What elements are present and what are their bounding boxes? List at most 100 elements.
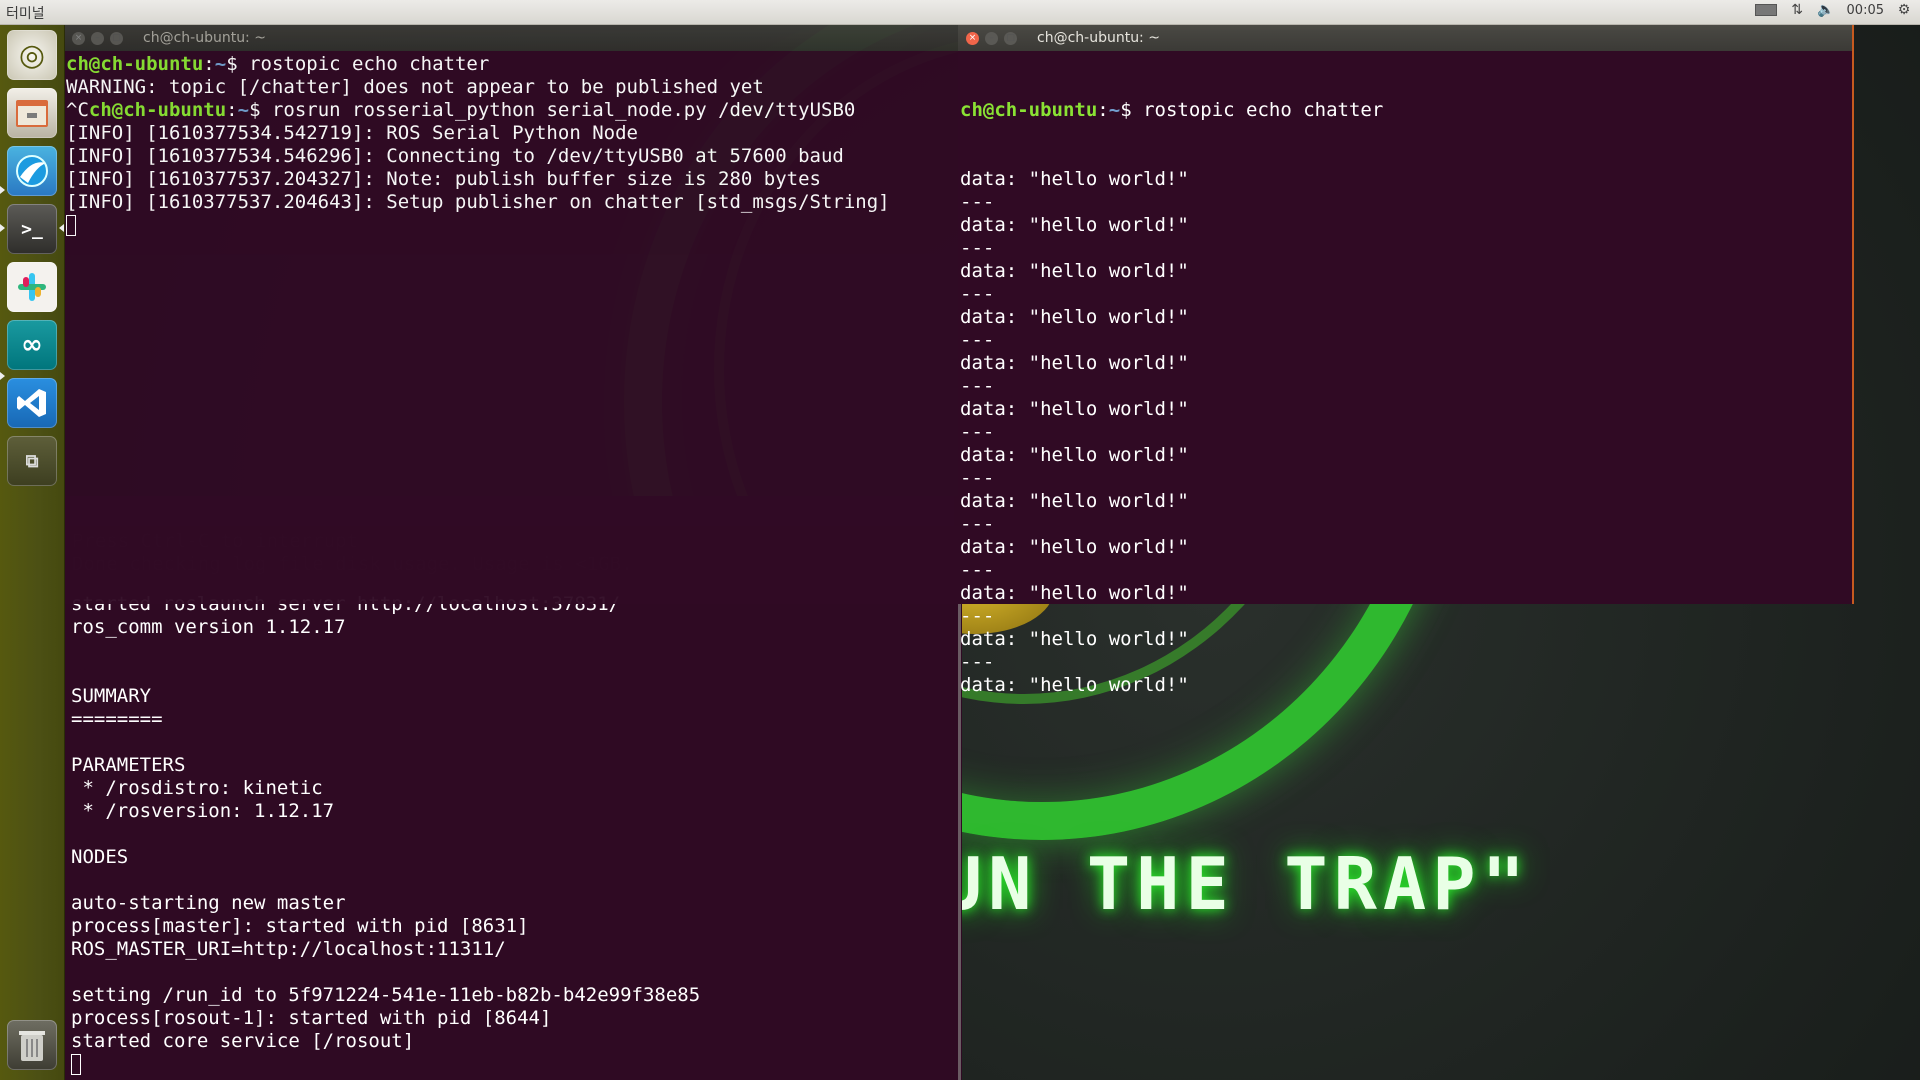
message-separator: ---	[960, 329, 995, 351]
terminal-line: * /rosversion: 1.12.17	[71, 800, 335, 822]
prompt-command: $ rosrun rosserial_python serial_node.py…	[249, 99, 856, 121]
minimize-icon[interactable]: –	[985, 31, 998, 45]
terminal-line: ^Cch@ch-ubuntu:~$ rosrun rosserial_pytho…	[66, 99, 856, 121]
vscode-icon[interactable]	[7, 378, 57, 428]
message-separator: ---	[960, 559, 995, 581]
terminal-window-left[interactable]: × – □ ch@ch-ubuntu: ~ ch@ch-ubuntu:~$ ro…	[64, 25, 958, 604]
keyboard-layout-icon[interactable]	[1755, 4, 1778, 16]
message-line: data: "hello world!"	[960, 674, 1189, 696]
message-list: data: "hello world!" --- data: "hello worl…	[960, 168, 1852, 697]
terminal-line: WARNING: topic [/chatter] does not appea…	[66, 76, 764, 98]
indicator-area: ⇅ 🔈 00:05 ⚙	[1755, 2, 1912, 18]
prompt-path: ~	[1108, 99, 1121, 121]
message-line: data: "hello world!"	[960, 536, 1189, 558]
terminal-line: ROS_MASTER_URI=http://localhost:11311/	[71, 938, 506, 960]
terminal-line: [INFO] [1610377537.204643]: Setup publis…	[66, 191, 890, 213]
clock[interactable]: 00:05	[1847, 3, 1884, 18]
workspace-switcher-icon[interactable]: ⧉	[7, 436, 57, 486]
terminal-line: [INFO] [1610377534.542719]: ROS Serial P…	[66, 122, 638, 144]
close-icon[interactable]: ×	[966, 31, 979, 45]
prompt-path: ~	[237, 99, 250, 121]
message-separator: ---	[960, 513, 995, 535]
terminal-line: NODES	[71, 846, 129, 868]
terminal-line: PARAMETERS	[71, 754, 186, 776]
message-line: data: "hello world!"	[960, 260, 1189, 282]
message-separator: ---	[960, 191, 995, 213]
prompt-command: $ rostopic echo chatter	[1120, 99, 1384, 121]
message-separator: ---	[960, 467, 995, 489]
slack-icon[interactable]	[7, 262, 57, 312]
message-separator: ---	[960, 421, 995, 443]
message-separator: ---	[960, 375, 995, 397]
volume-icon[interactable]: 🔈	[1817, 2, 1834, 18]
terminal-line: [INFO] [1610377534.546296]: Connecting t…	[66, 145, 844, 167]
message-separator: ---	[960, 283, 995, 305]
interrupt-prefix: ^C	[66, 99, 89, 121]
network-icon[interactable]: ⇅	[1789, 2, 1805, 18]
running-indicator	[0, 186, 5, 194]
arduino-icon[interactable]: ∞	[7, 320, 57, 370]
prompt-user: ch@ch-ubuntu	[960, 99, 1098, 121]
window-title: ch@ch-ubuntu: ~	[143, 29, 266, 46]
files-icon[interactable]	[7, 88, 57, 138]
terminal-line: [INFO] [1610377537.204327]: Note: publis…	[66, 168, 821, 190]
message-line: data: "hello world!"	[960, 444, 1189, 466]
message-separator: ---	[960, 237, 995, 259]
terminal-output: ch@ch-ubuntu:~$ rostopic echo chatter da…	[958, 51, 1852, 743]
prompt-user: ch@ch-ubuntu	[66, 53, 204, 75]
terminal-line: ch@ch-ubuntu:~$ rostopic echo chatter	[66, 53, 490, 75]
terminal-icon[interactable]: >_	[7, 204, 57, 254]
text-cursor	[66, 215, 76, 236]
message-line: data: "hello world!"	[960, 398, 1189, 420]
window-title: ch@ch-ubuntu: ~	[1037, 29, 1160, 46]
message-line: data: "hello world!"	[960, 352, 1189, 374]
window-titlebar[interactable]: × – □ ch@ch-ubuntu: ~	[64, 25, 958, 51]
message-separator: ---	[960, 651, 995, 673]
terminal-line: process[rosout-1]: started with pid [864…	[71, 1007, 552, 1029]
maximize-icon[interactable]: □	[1004, 31, 1017, 45]
prompt-path: ~	[214, 53, 227, 75]
running-indicator	[0, 224, 5, 232]
terminal-line: ros_comm version 1.12.17	[71, 616, 346, 638]
message-line: data: "hello world!"	[960, 306, 1189, 328]
terminal-line: * /rosdistro: kinetic	[71, 777, 323, 799]
active-app-title: 터미널	[6, 6, 45, 22]
terminal-line: process[master]: started with pid [8631]	[71, 915, 529, 937]
terminal-output: ch@ch-ubuntu:~$ rostopic echo chatter WAR…	[64, 51, 958, 237]
prompt-user: ch@ch-ubuntu	[88, 99, 227, 121]
terminal-line: auto-starting new master	[71, 892, 346, 914]
message-separator: ---	[960, 605, 995, 627]
cursor-line	[66, 214, 958, 237]
window-titlebar[interactable]: × – □ ch@ch-ubuntu: ~	[958, 25, 1852, 51]
prompt-command: $ rostopic echo chatter	[226, 53, 490, 75]
trash-icon[interactable]	[7, 1020, 57, 1070]
text-cursor	[71, 1054, 81, 1075]
top-panel: 터미널 ⇅ 🔈 00:05 ⚙	[0, 0, 1920, 25]
message-line: data: "hello world!"	[960, 582, 1189, 604]
close-icon[interactable]: ×	[72, 31, 85, 45]
minimize-icon[interactable]: –	[91, 31, 104, 45]
active-window-indicator	[59, 224, 64, 232]
message-line: data: "hello world!"	[960, 168, 1189, 190]
cursor-line	[71, 1053, 962, 1076]
running-indicator	[0, 372, 5, 380]
terminal-line: ========	[71, 708, 163, 730]
terminal-line: setting /run_id to 5f971224-541e-11eb-b8…	[71, 984, 701, 1006]
terminal-window-right[interactable]: × – □ ch@ch-ubuntu: ~ ch@ch-ubuntu:~$ ro…	[958, 25, 1854, 696]
prompt-line: ch@ch-ubuntu:~$ rostopic echo chatter	[960, 99, 1384, 121]
message-line: data: "hello world!"	[960, 490, 1189, 512]
terminal-line: started core service [/rosout]	[71, 1030, 415, 1052]
message-line: data: "hello world!"	[960, 214, 1189, 236]
dash-home-icon[interactable]: ◎	[7, 30, 57, 80]
browser-icon[interactable]	[7, 146, 57, 196]
message-line: data: "hello world!"	[960, 628, 1189, 650]
maximize-icon[interactable]: □	[110, 31, 123, 45]
terminal-line: SUMMARY	[71, 685, 152, 707]
gear-icon[interactable]: ⚙	[1896, 2, 1912, 18]
